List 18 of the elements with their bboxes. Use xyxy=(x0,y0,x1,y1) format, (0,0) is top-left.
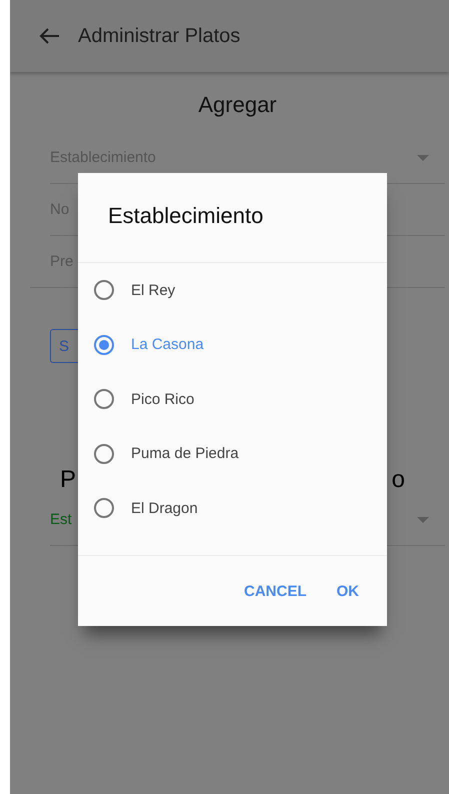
radio-button[interactable] xyxy=(94,334,114,355)
radio-option[interactable]: El Dragon xyxy=(78,481,387,536)
radio-button[interactable] xyxy=(94,498,114,518)
dialog-action-button[interactable]: CANCEL xyxy=(236,574,314,608)
heading-fragment: o xyxy=(392,466,405,494)
dialog-title: Establecimiento xyxy=(78,173,387,263)
radio-option[interactable]: Puma de Piedra xyxy=(78,426,387,481)
radio-option[interactable]: La Casona xyxy=(78,318,387,372)
app-title: Administrar Platos xyxy=(78,24,240,48)
radio-option[interactable]: Pico Rico xyxy=(78,372,387,426)
dialog-action-button[interactable]: OK xyxy=(328,574,367,608)
radio-button[interactable] xyxy=(94,280,114,300)
section-heading: Agregar xyxy=(197,92,278,118)
radio-button[interactable] xyxy=(94,444,114,464)
radio-option[interactable]: El Rey xyxy=(78,263,387,318)
back-arrow-icon[interactable] xyxy=(38,27,60,45)
radio-button[interactable] xyxy=(94,389,114,410)
heading-fragment: P xyxy=(60,466,76,494)
